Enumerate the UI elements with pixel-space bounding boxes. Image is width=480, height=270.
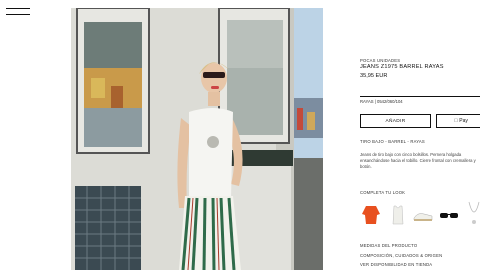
availability-tag: POCAS UNIDADES [360,58,401,63]
necklace-icon[interactable] [463,200,480,230]
color-reference: RAYAS | 0542/060/104 [360,99,403,104]
product-photo [71,8,323,270]
store-availability-link[interactable]: VER DISPONIBILIDAD EN TIENDA [360,262,432,267]
apple-icon:  [454,118,458,124]
divider [360,96,480,97]
complete-look-thumbnails [360,200,480,230]
product-info-panel: POCAS UNIDADES JEANS Z1975 BARREL RAYAS … [360,0,480,270]
sunglasses-icon[interactable] [438,200,460,230]
product-measurements-link[interactable]: MEDIDAS DEL PRODUCTO [360,243,417,248]
fit-summary: TIRO BAJO - BARREL - RAYAS [360,139,425,144]
apple-pay-label: Pay [456,118,468,124]
white-tank-top-icon[interactable] [387,200,409,230]
product-price: 35,95 EUR [360,73,388,79]
apple-pay-button[interactable]:  Pay [436,114,480,128]
composition-care-link[interactable]: COMPOSICIÓN, CUIDADOS & ORIGEN [360,253,442,258]
orange-sweater-icon[interactable] [360,200,382,230]
menu-icon[interactable] [6,6,30,16]
add-to-cart-button[interactable]: AÑADIR [360,114,431,128]
product-description: Jeans de tiro bajo con cinco bolsillos. … [360,152,476,169]
product-name: JEANS Z1975 BARREL RAYAS [360,64,444,70]
white-sneaker-icon[interactable] [412,200,434,230]
complete-look-heading: COMPLETA TU LOOK [360,190,406,195]
